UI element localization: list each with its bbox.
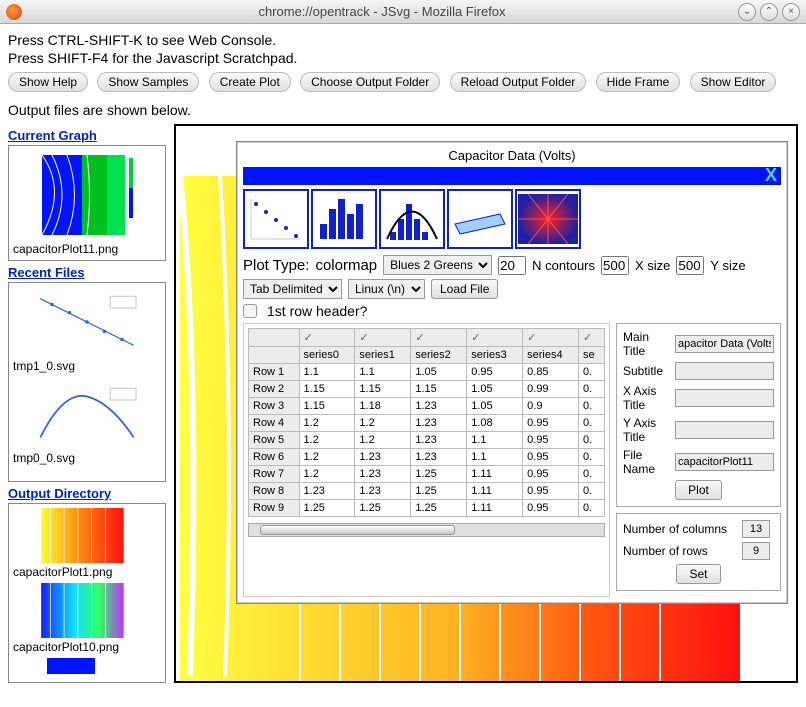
rows-input[interactable]: [742, 542, 770, 560]
outdir-thumb-2[interactable]: [13, 658, 161, 674]
xaxis-input[interactable]: [675, 389, 774, 407]
ysize-label: Y size: [710, 258, 745, 273]
bar-icon[interactable]: [311, 189, 377, 249]
recent-thumb-0[interactable]: [13, 287, 161, 357]
data-grid-area: ✓✓✓✓✓✓series0series1series2series3series…: [243, 323, 610, 597]
outdir-thumb-0[interactable]: [13, 508, 161, 563]
plot-type-icons: [243, 189, 781, 249]
set-button[interactable]: Set: [676, 564, 720, 584]
recent-files-panel[interactable]: tmp1_0.svg tmp0_0.svg: [8, 282, 166, 482]
minimize-button[interactable]: ⌄: [738, 3, 756, 21]
firstrow-checkbox[interactable]: [243, 304, 257, 318]
subtitle-label: Subtitle: [623, 364, 671, 378]
ncontours-label: N contours: [532, 258, 595, 273]
recent-thumb-1[interactable]: [13, 379, 161, 449]
show-samples-button[interactable]: Show Samples: [97, 72, 199, 92]
plot-type-value: colormap: [315, 257, 377, 274]
firefox-icon: [6, 4, 22, 20]
toolbar: Show Help Show Samples Create Plot Choos…: [8, 72, 798, 92]
delimiter-select[interactable]: Tab Delimited: [243, 279, 342, 299]
xsize-input[interactable]: [601, 256, 629, 275]
output-dir-header: Output Directory: [8, 486, 166, 501]
colormap-select[interactable]: Blues 2 Greens: [383, 255, 492, 275]
reload-output-button[interactable]: Reload Output Folder: [450, 72, 587, 92]
rows-label: Number of rows: [623, 544, 738, 558]
grid-scrollbar[interactable]: [248, 523, 605, 537]
console-hint: Press CTRL-SHIFT-K to see Web Console.: [8, 32, 798, 48]
outdir-thumb-1[interactable]: [13, 583, 161, 638]
hide-frame-button[interactable]: Hide Frame: [596, 72, 681, 92]
overlay-titlebar[interactable]: X: [243, 167, 781, 185]
window-title: chrome://opentrack - JSvg - Mozilla Fire…: [30, 4, 734, 19]
dimensions-box: Number of columns Number of rows Set: [616, 513, 781, 591]
current-graph-panel: capacitorPlot11.png: [8, 145, 166, 261]
subtitle-input[interactable]: [675, 362, 774, 380]
output-dir-panel[interactable]: capacitorPlot1.png capacitorPlot10.png: [8, 503, 166, 683]
recent-files-header: Recent Files: [8, 265, 166, 280]
data-grid[interactable]: ✓✓✓✓✓✓series0series1series2series3series…: [248, 328, 605, 517]
outdir-file-1: capacitorPlot10.png: [13, 640, 161, 654]
show-help-button[interactable]: Show Help: [8, 72, 88, 92]
data-overlay: Capacitor Data (Volts) X Plot Type: colo…: [236, 141, 788, 604]
plot-button[interactable]: Plot: [675, 480, 722, 500]
recent-file-0: tmp1_0.svg: [13, 359, 161, 373]
choose-output-button[interactable]: Choose Output Folder: [300, 72, 440, 92]
plot-type-label: Plot Type:: [243, 257, 309, 274]
current-graph-header: Current Graph: [8, 128, 166, 143]
filename-label: File Name: [623, 448, 671, 476]
current-graph-filename: capacitorPlot11.png: [13, 242, 161, 256]
window-titlebar: chrome://opentrack - JSvg - Mozilla Fire…: [0, 0, 806, 24]
main-canvas: Capacitor Data (Volts) X Plot Type: colo…: [174, 124, 798, 683]
xsize-label: X size: [635, 258, 670, 273]
yaxis-label: Y Axis Title: [623, 416, 671, 444]
maintitle-input[interactable]: [675, 335, 774, 353]
plot-properties: Main Title Subtitle X Axis Title Y Axis …: [616, 323, 781, 507]
histogram-icon[interactable]: [379, 189, 445, 249]
xaxis-label: X Axis Title: [623, 384, 671, 412]
overlay-title: Capacitor Data (Volts): [243, 148, 781, 163]
recent-file-1: tmp0_0.svg: [13, 451, 161, 465]
filename-input[interactable]: [675, 453, 774, 471]
surface-icon[interactable]: [447, 189, 513, 249]
close-button[interactable]: ×: [782, 3, 800, 21]
yaxis-input[interactable]: [675, 421, 774, 439]
scratchpad-hint: Press SHIFT-F4 for the Javascript Scratc…: [8, 50, 798, 66]
create-plot-button[interactable]: Create Plot: [209, 72, 291, 92]
outdir-file-0: capacitorPlot1.png: [13, 565, 161, 579]
cols-input[interactable]: [742, 520, 770, 538]
firstrow-label: 1st row header?: [267, 303, 367, 319]
overlay-close-icon[interactable]: X: [765, 165, 777, 186]
load-file-button[interactable]: Load File: [431, 279, 498, 299]
cols-label: Number of columns: [623, 522, 738, 536]
current-graph-thumb[interactable]: [13, 150, 161, 240]
output-message: Output files are shown below.: [8, 102, 798, 118]
lineend-select[interactable]: Linux (\n): [348, 279, 425, 299]
ncontours-input[interactable]: [498, 256, 526, 275]
maximize-button[interactable]: ⌃: [760, 3, 778, 21]
show-editor-button[interactable]: Show Editor: [690, 72, 777, 92]
maintitle-label: Main Title: [623, 330, 671, 358]
colormap-icon[interactable]: [515, 189, 581, 249]
ysize-input[interactable]: [676, 256, 704, 275]
scatter-icon[interactable]: [243, 189, 309, 249]
